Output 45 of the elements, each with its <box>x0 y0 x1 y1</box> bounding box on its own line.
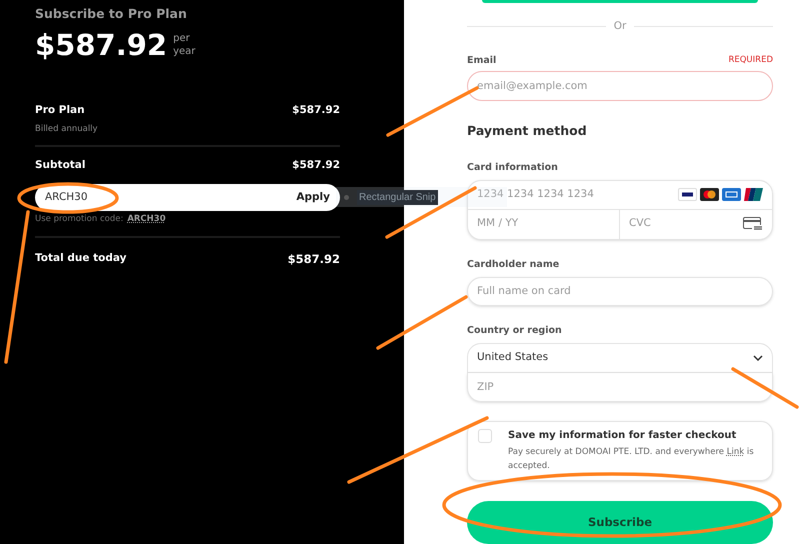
billing-period: year <box>173 44 196 58</box>
section-heading: Payment method <box>467 122 588 140</box>
zip-field[interactable]: ZIP <box>467 373 773 402</box>
card-back-icon <box>743 217 763 232</box>
amex-card-icon <box>722 188 741 202</box>
apply-button[interactable]: Apply <box>296 190 330 206</box>
required-label: REQUIRED <box>728 54 773 67</box>
item-name: Pro Plan <box>35 102 86 118</box>
price: $587.92 <box>35 26 168 64</box>
divider-text: Or <box>614 18 626 34</box>
bullet-icon <box>344 194 349 200</box>
tooltip-text: Rectangular Snip <box>357 190 438 204</box>
subtotal-amount: $587.92 <box>292 158 340 174</box>
save-info-description: Pay securely at DOMOAI PTE. LTD. and everywhere Link is accepted. <box>508 446 755 474</box>
chevron-down-icon <box>753 355 763 362</box>
expiry-field[interactable]: MM / YY <box>468 210 620 239</box>
unionpay-card-icon <box>744 188 763 202</box>
item-billing: Billed annually <box>35 122 98 136</box>
subscribe-button[interactable]: Subscribe <box>467 501 773 544</box>
field-label: Country or region <box>467 325 562 336</box>
field-label: Card information <box>467 162 558 173</box>
cvc-field[interactable]: CVC <box>629 216 709 232</box>
cardholder-name-field[interactable]: Full name on card <box>467 276 773 306</box>
save-info-title: Save my information for faster checkout <box>508 429 738 444</box>
plan-title: Subscribe to Pro Plan <box>35 5 188 23</box>
subtotal-label: Subtotal <box>35 158 86 174</box>
email-field[interactable]: email@example.com <box>467 70 773 101</box>
country-value: United States <box>477 350 548 366</box>
promo-hint: Use promotion code: <box>35 213 124 226</box>
field-label: Cardholder name <box>467 258 560 270</box>
country-select[interactable]: United States <box>467 343 773 374</box>
save-info-checkbox[interactable] <box>478 429 492 444</box>
total-amount: $587.92 <box>288 250 340 268</box>
item-amount: $587.92 <box>292 102 340 118</box>
billing-period: per <box>173 32 191 45</box>
field-label: Email <box>467 54 496 68</box>
promo-code-link[interactable]: ARCH30 <box>127 213 166 226</box>
link-text[interactable]: Link <box>726 447 744 458</box>
promo-code-value: ARCH30 <box>45 190 88 205</box>
promo-code-field[interactable]: ARCH30 Apply <box>35 184 340 211</box>
annotation-line <box>731 367 799 409</box>
mastercard-icon <box>700 188 719 202</box>
visa-card-icon <box>678 188 697 202</box>
card-number-field[interactable]: 1234 1234 1234 1234 <box>477 186 647 202</box>
total-label: Total due today <box>35 250 126 266</box>
